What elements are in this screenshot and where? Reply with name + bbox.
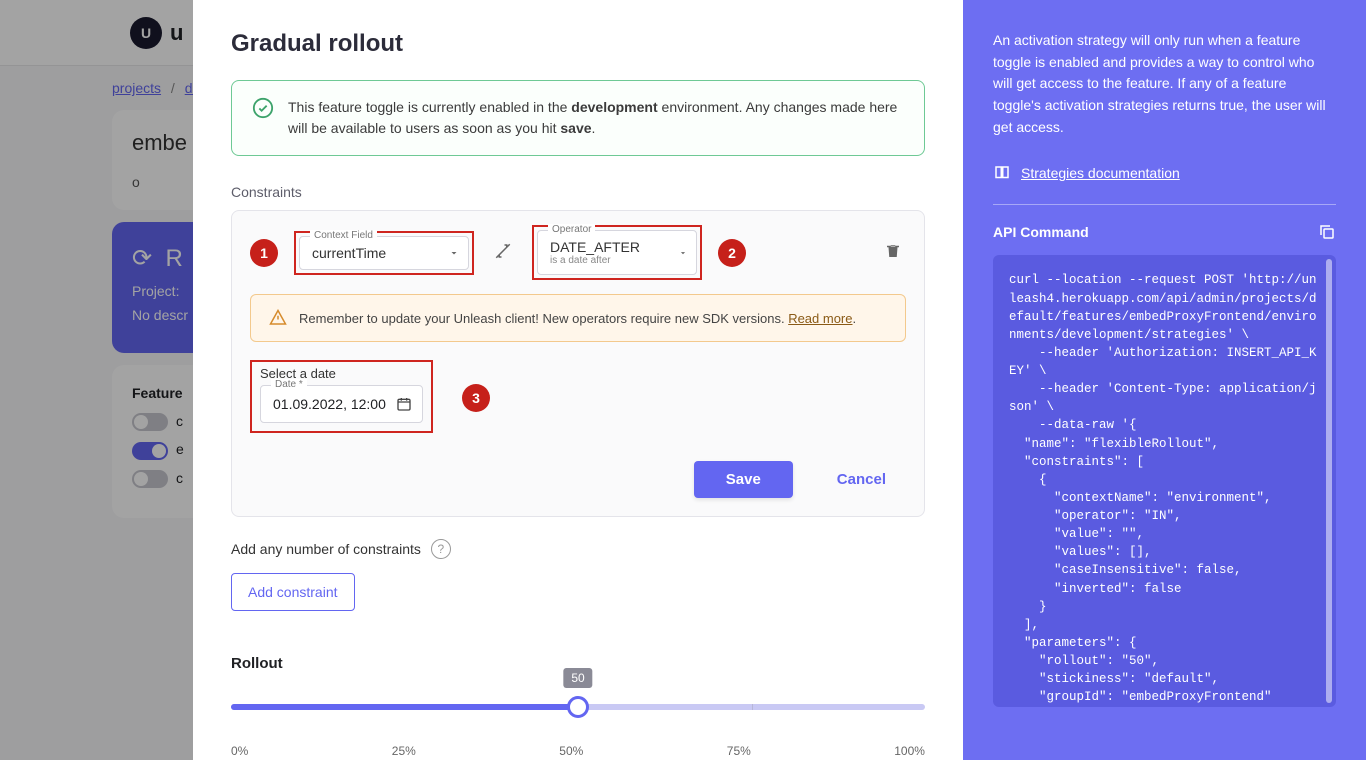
operator-sub: is a date after xyxy=(550,255,666,266)
operator-label: Operator xyxy=(548,224,595,235)
trash-icon xyxy=(884,242,902,260)
operator-select[interactable]: Operator DATE_AFTER is a date after xyxy=(537,230,697,275)
slider-fill xyxy=(231,704,578,710)
tick-100: 100% xyxy=(894,744,925,758)
warn-text: Remember to update your Unleash client! … xyxy=(299,311,788,326)
modal-backdrop xyxy=(0,0,193,760)
strategies-doc-link[interactable]: Strategies documentation xyxy=(993,164,1336,182)
tick-50: 50% xyxy=(559,744,583,758)
constraint-editor: 1 Context Field currentTime Operator DAT… xyxy=(231,210,925,517)
tick-25: 25% xyxy=(392,744,416,758)
rollout-value-badge: 50 xyxy=(563,668,592,688)
invert-button[interactable] xyxy=(490,238,516,267)
annotation-badge-3: 3 xyxy=(462,384,490,412)
chevron-down-icon xyxy=(448,247,460,259)
cancel-button[interactable]: Cancel xyxy=(817,461,906,498)
date-input-label: Date * xyxy=(271,379,307,390)
operator-value: DATE_AFTER xyxy=(550,239,666,255)
save-button[interactable]: Save xyxy=(694,461,793,498)
calendar-icon xyxy=(396,396,412,412)
tick-0: 0% xyxy=(231,744,248,758)
tick-75: 75% xyxy=(727,744,751,758)
date-input[interactable]: Date * 01.09.2022, 12:00 xyxy=(260,385,423,423)
enabled-alert: This feature toggle is currently enabled… xyxy=(231,80,925,156)
book-icon xyxy=(993,164,1011,182)
context-field-select[interactable]: Context Field currentTime xyxy=(299,236,469,270)
context-field-label: Context Field xyxy=(310,230,377,241)
slider-labels: 0% 25% 50% 75% 100% xyxy=(231,744,925,758)
help-sidepanel: An activation strategy will only run whe… xyxy=(963,0,1366,760)
rollout-slider[interactable]: 50 xyxy=(231,692,925,736)
add-constraint-button[interactable]: Add constraint xyxy=(231,573,355,611)
modal-title: Gradual rollout xyxy=(231,30,925,58)
api-code-block[interactable]: curl --location --request POST 'http://u… xyxy=(993,255,1336,707)
add-constraints-text: Add any number of constraints xyxy=(231,541,421,557)
delete-constraint-button[interactable] xyxy=(880,238,906,267)
check-circle-icon xyxy=(252,97,274,119)
strategy-modal: Gradual rollout This feature toggle is c… xyxy=(193,0,963,760)
warning-icon xyxy=(269,309,287,327)
caret-down-icon xyxy=(678,248,688,258)
annotation-badge-1: 1 xyxy=(250,239,278,267)
alert-text: This feature toggle is currently enabled… xyxy=(288,97,904,139)
copy-icon[interactable] xyxy=(1318,223,1336,241)
context-field-value: currentTime xyxy=(312,245,438,261)
read-more-link[interactable]: Read more xyxy=(788,311,852,326)
slider-thumb[interactable] xyxy=(567,696,589,718)
constraints-label: Constraints xyxy=(231,184,925,200)
strategy-intro-text: An activation strategy will only run whe… xyxy=(993,30,1336,138)
annotation-badge-2: 2 xyxy=(718,239,746,267)
date-value: 01.09.2022, 12:00 xyxy=(273,396,386,412)
wand-icon xyxy=(494,242,512,260)
help-icon[interactable]: ? xyxy=(431,539,451,559)
sdk-warning: Remember to update your Unleash client! … xyxy=(250,294,906,342)
api-command-label: API Command xyxy=(993,224,1089,240)
